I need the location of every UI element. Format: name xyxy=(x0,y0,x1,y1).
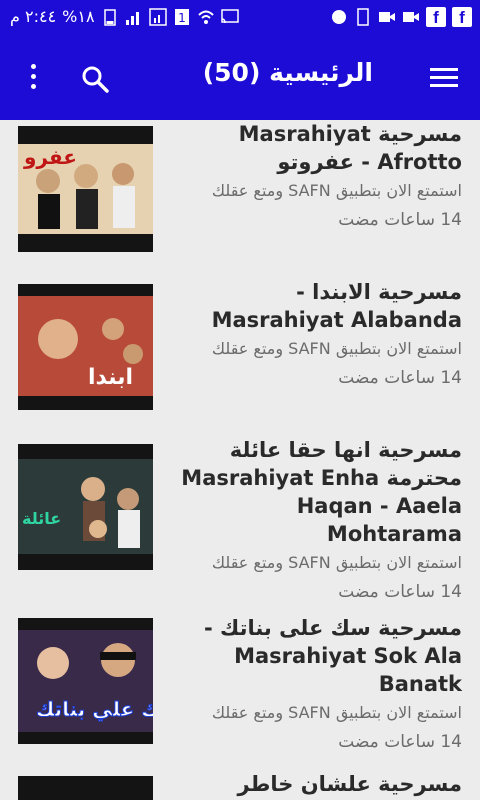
search-icon[interactable] xyxy=(80,64,110,94)
facebook-icon: f xyxy=(426,7,446,27)
signal-icon-2 xyxy=(148,7,167,26)
list-item[interactable]: مسرحية علشان خاطر عيونك - xyxy=(0,770,480,800)
menu-icon[interactable] xyxy=(430,68,458,88)
wifi-icon xyxy=(197,10,214,24)
list-item[interactable]: عائلة مسرحية انها حقا عائلة محترمة Masra… xyxy=(0,436,480,612)
status-left: ٢:٤٤ م %١٨ 1 xyxy=(10,7,239,26)
video-icon-2 xyxy=(403,12,419,22)
item-text: مسرحية الابندا - Masrahiyat Alabanda است… xyxy=(168,278,462,390)
list-item[interactable]: عفرو مسرحية Masrahiyat Afrotto - عفروتو … xyxy=(0,120,480,270)
item-title: مسرحية سك على بناتك - Masrahiyat Sok Ala… xyxy=(204,616,462,696)
item-title: مسرحية علشان خاطر عيونك - xyxy=(237,772,462,796)
list-item[interactable]: سك علي بناتك مسرحية سك على بناتك - Masra… xyxy=(0,614,480,764)
svg-text:ابندا: ابندا xyxy=(88,365,133,390)
svg-text:عائلة: عائلة xyxy=(22,509,61,528)
svg-text:سك علي بناتك: سك علي بناتك xyxy=(36,697,153,722)
sim-icon: 1 xyxy=(174,8,189,25)
page-title: الرئيسية (50) xyxy=(202,58,373,87)
phone-icon xyxy=(357,8,369,26)
item-subtitle: استمتع الان بتطبيق SAFN ومتع عقلك xyxy=(211,181,462,200)
item-time: 14 ساعات مضت xyxy=(338,368,462,388)
svg-text:1: 1 xyxy=(178,11,186,25)
video-icon xyxy=(379,12,395,22)
thumbnail: ابندا xyxy=(18,284,153,410)
more-options-icon[interactable] xyxy=(28,64,38,94)
thumbnail: سك علي بناتك xyxy=(18,618,153,744)
item-text: مسرحية سك على بناتك - Masrahiyat Sok Ala… xyxy=(168,614,462,754)
cast-icon xyxy=(220,8,239,23)
item-subtitle: استمتع الان بتطبيق SAFN ومتع عقلك xyxy=(211,553,462,572)
thumbnail xyxy=(18,776,153,800)
item-title: مسرحية انها حقا عائلة محترمة Masrahiyat … xyxy=(181,438,462,546)
item-subtitle: استمتع الان بتطبيق SAFN ومتع عقلك xyxy=(211,703,462,722)
facebook-icon-2: f xyxy=(452,7,472,27)
article-list: عفرو مسرحية Masrahiyat Afrotto - عفروتو … xyxy=(0,120,480,800)
svg-text:عفرو: عفرو xyxy=(23,145,77,169)
item-time: 14 ساعات مضت xyxy=(338,732,462,752)
status-bar: ٢:٤٤ م %١٨ 1 f f xyxy=(0,0,480,36)
notification-icon xyxy=(332,10,346,24)
item-subtitle: استمتع الان بتطبيق SAFN ومتع عقلك xyxy=(211,339,462,358)
item-text: مسرحية علشان خاطر عيونك - xyxy=(168,770,462,800)
item-time: 14 ساعات مضت xyxy=(338,582,462,602)
list-item[interactable]: ابندا مسرحية الابندا - Masrahiyat Alaban… xyxy=(0,278,480,428)
signal-icon xyxy=(125,11,139,25)
battery-percent: %١٨ xyxy=(62,7,95,26)
clock: ٢:٤٤ م xyxy=(10,7,57,26)
item-time: 14 ساعات مضت xyxy=(338,210,462,230)
item-text: مسرحية Masrahiyat Afrotto - عفروتو استمت… xyxy=(168,120,462,232)
item-text: مسرحية انها حقا عائلة محترمة Masrahiyat … xyxy=(168,436,462,604)
thumbnail: عفرو xyxy=(18,126,153,252)
item-title: مسرحية Masrahiyat Afrotto - عفروتو xyxy=(238,122,462,174)
battery-icon xyxy=(103,8,116,26)
status-right: f f xyxy=(330,7,472,27)
item-title: مسرحية الابندا - Masrahiyat Alabanda xyxy=(211,280,462,332)
app-bar: الرئيسية (50) xyxy=(0,36,480,120)
thumbnail: عائلة xyxy=(18,444,153,570)
